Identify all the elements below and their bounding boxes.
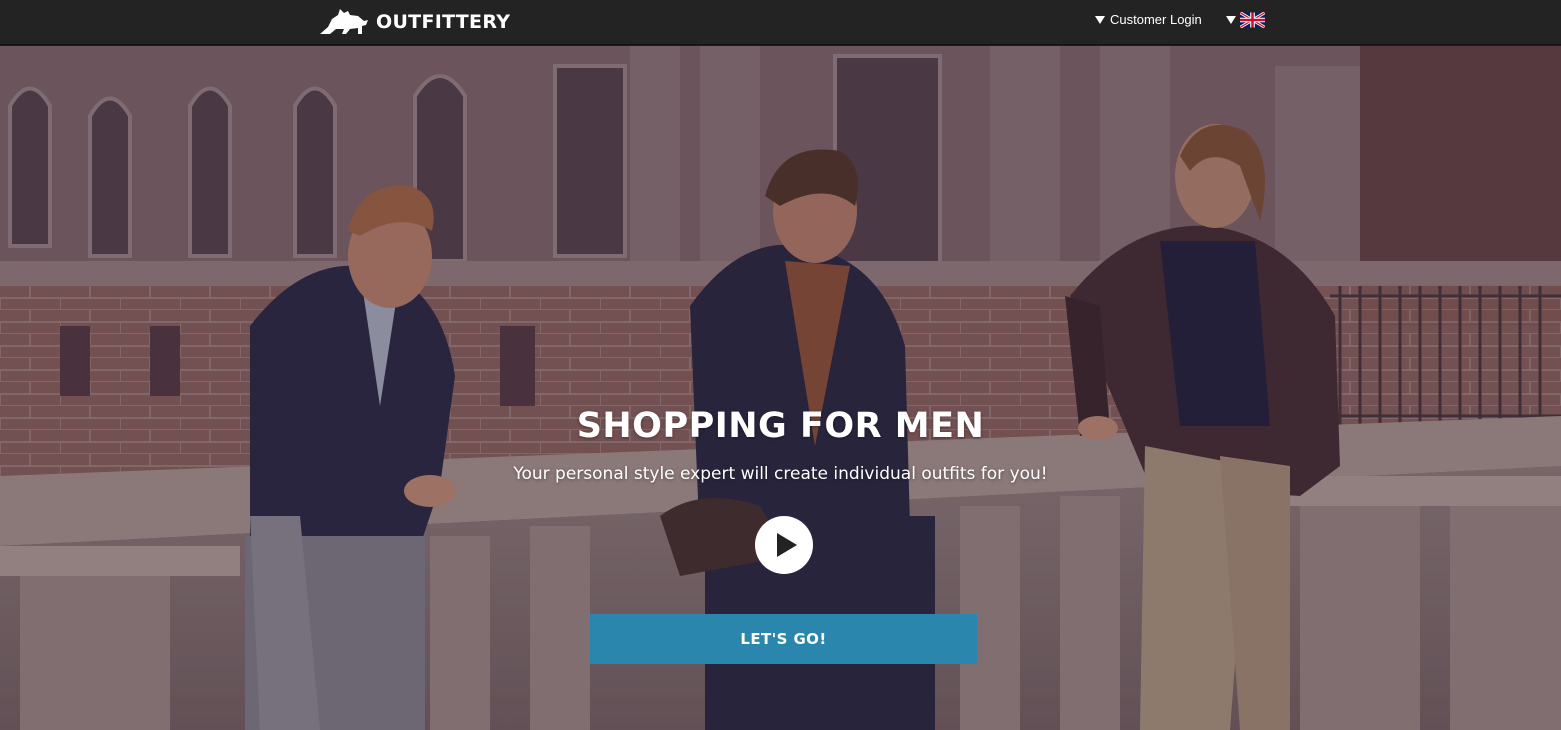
language-selector[interactable] xyxy=(1226,12,1265,28)
play-icon xyxy=(777,533,797,557)
hero-subtitle: Your personal style expert will create i… xyxy=(513,464,1048,484)
triangle-down-icon xyxy=(1226,16,1236,24)
brand-name: OUTFITTERY xyxy=(376,11,511,33)
customer-login-link[interactable]: Customer Login xyxy=(1095,12,1202,27)
triangle-down-icon xyxy=(1095,15,1105,24)
hero-section: SHOPPING FOR MEN Your personal style exp… xyxy=(0,46,1561,730)
brand-logo[interactable]: OUTFITTERY xyxy=(318,4,510,40)
customer-login-label: Customer Login xyxy=(1110,12,1202,27)
uk-flag-icon xyxy=(1240,12,1265,28)
lion-logo-icon xyxy=(320,9,368,34)
play-video-button[interactable] xyxy=(755,516,813,574)
lets-go-button[interactable]: LET'S GO! xyxy=(590,614,977,664)
hero-title: SHOPPING FOR MEN xyxy=(576,406,985,446)
top-navigation-bar: OUTFITTERY Customer Login xyxy=(0,0,1561,45)
